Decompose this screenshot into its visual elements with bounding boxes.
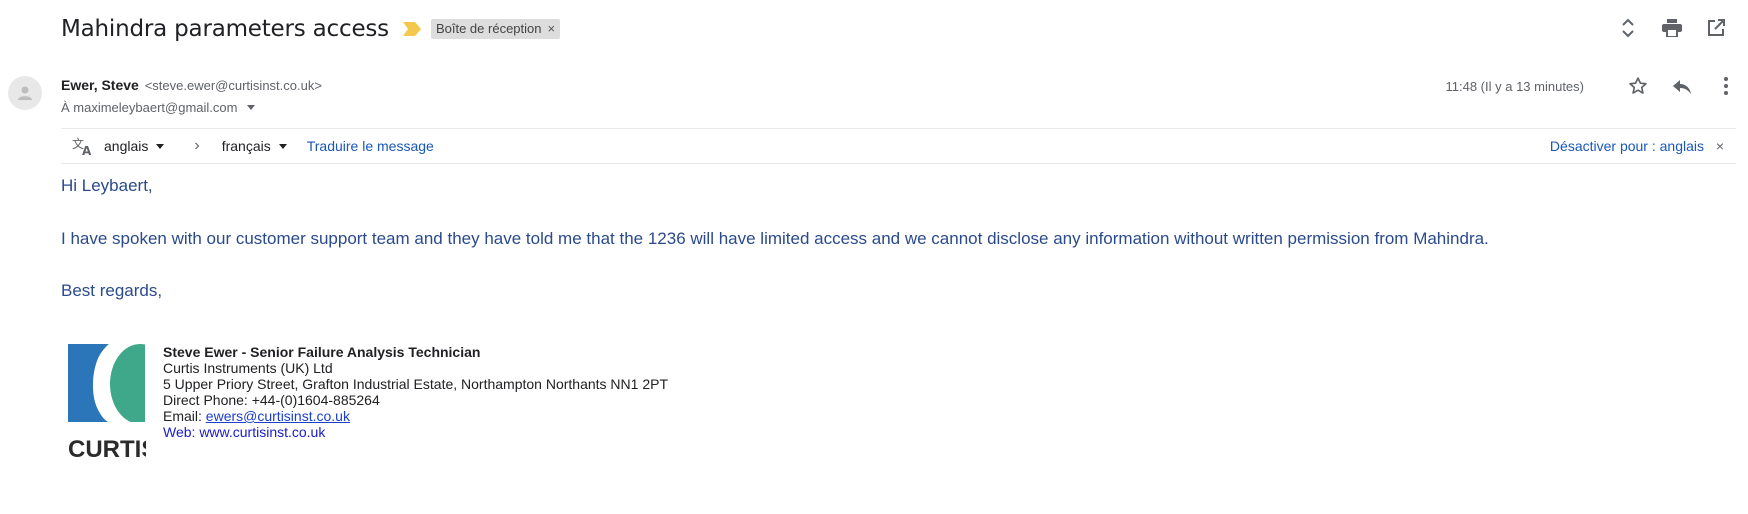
subject-row: Mahindra parameters access Boîte de réce… xyxy=(61,14,1728,44)
reply-icon[interactable] xyxy=(1670,74,1694,98)
dropdown-caret-icon xyxy=(278,143,287,149)
signature-phone: Direct Phone: +44-(0)1604-885264 xyxy=(163,392,380,408)
inbox-label-text: Boîte de réception xyxy=(435,21,542,36)
signature-name: Steve Ewer - Senior Failure Analysis Tec… xyxy=(163,344,481,360)
thread-actions xyxy=(1616,16,1728,40)
remove-label-button[interactable]: × xyxy=(548,21,556,36)
arrow-right-icon: › xyxy=(194,137,200,154)
message-actions: 11:48 (Il y a 13 minutes) xyxy=(1446,74,1739,98)
star-icon[interactable] xyxy=(1626,74,1650,98)
more-options-icon[interactable] xyxy=(1714,74,1738,98)
target-language-select[interactable]: français xyxy=(222,138,287,154)
recipients-row: À maximeleybaert@gmail.com xyxy=(61,100,256,115)
signature-address: 5 Upper Priory Street, Grafton Industria… xyxy=(163,376,668,392)
curtis-logo: CURTIS xyxy=(68,344,157,464)
inbox-label-chip: Boîte de réception × xyxy=(430,19,561,39)
importance-marker-icon[interactable] xyxy=(402,22,421,36)
email-signature: Steve Ewer - Senior Failure Analysis Tec… xyxy=(163,344,668,440)
source-language-label: anglais xyxy=(104,138,149,154)
email-closing: Best regards, xyxy=(61,281,163,300)
print-icon[interactable] xyxy=(1660,16,1684,40)
open-new-window-icon[interactable] xyxy=(1704,16,1728,40)
signature-company: Curtis Instruments (UK) Ltd xyxy=(163,360,333,376)
message-time: 11:48 (Il y a 13 minutes) xyxy=(1445,78,1585,94)
close-translate-bar-icon[interactable]: × xyxy=(1716,138,1724,154)
source-language-select[interactable]: anglais xyxy=(104,138,165,154)
email-subject: Mahindra parameters access xyxy=(61,16,389,42)
dropdown-caret-icon xyxy=(156,143,165,149)
curtis-logo-wordmark: CURTIS xyxy=(68,436,146,463)
translate-bar: 文A anglais › français Traduire le messag… xyxy=(61,128,1736,164)
sender-email: <steve.ewer@curtisinst.co.uk> xyxy=(144,78,322,93)
email-paragraph: I have spoken with our customer support … xyxy=(61,229,1489,248)
expand-collapse-icon[interactable] xyxy=(1616,16,1640,40)
email-greeting: Hi Leybaert, xyxy=(61,176,153,195)
sender-name[interactable]: Ewer, Steve xyxy=(61,77,139,93)
show-details-chevron-icon[interactable] xyxy=(247,105,256,110)
person-icon xyxy=(18,86,32,100)
disable-translation-link[interactable]: Désactiver pour : anglais xyxy=(1550,138,1704,154)
target-language-label: français xyxy=(221,138,271,154)
signature-web-link[interactable]: Web: www.curtisinst.co.uk xyxy=(163,424,668,440)
signature-email-link[interactable]: ewers@curtisinst.co.uk xyxy=(206,408,350,424)
sender-row: Ewer, Steve <steve.ewer@curtisinst.co.uk… xyxy=(61,77,322,93)
translate-message-link[interactable]: Traduire le message xyxy=(307,138,434,154)
signature-email-row: Email: ewers@curtisinst.co.uk xyxy=(163,408,668,424)
recipient-text: À maximeleybaert@gmail.com xyxy=(61,100,238,115)
svg-text:A: A xyxy=(82,144,92,156)
signature-email-label: Email: xyxy=(163,408,206,424)
translate-icon: 文A xyxy=(72,135,94,157)
sender-avatar[interactable] xyxy=(8,76,42,110)
